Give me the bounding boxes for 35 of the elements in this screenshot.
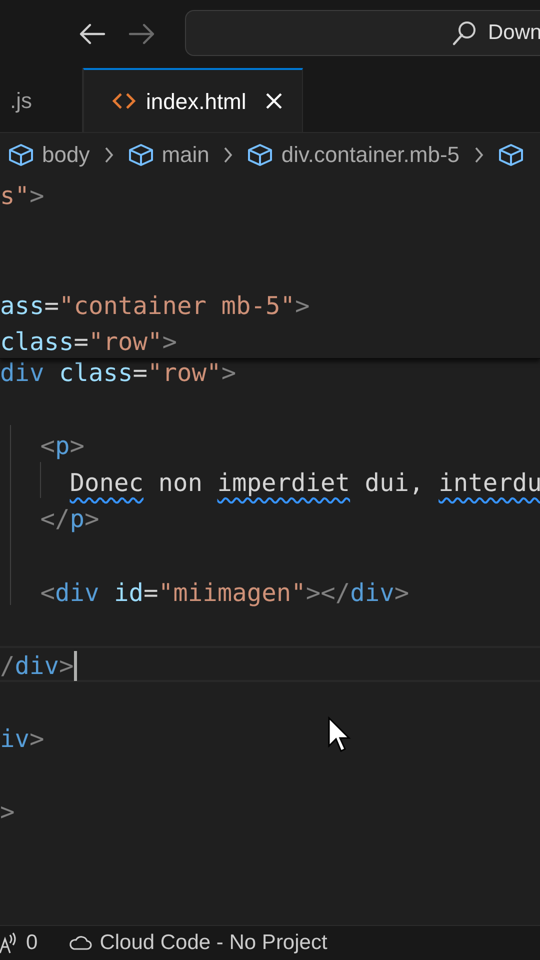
code-line: <p>: [40, 430, 85, 462]
search-icon: [452, 20, 478, 46]
breadcrumb-item[interactable]: main: [162, 138, 210, 171]
code-line: iv>: [0, 722, 44, 755]
mouse-pointer-icon: [327, 716, 351, 754]
code-line: <div id="miimagen"></div>: [40, 576, 410, 609]
close-icon[interactable]: [264, 91, 284, 111]
ports-count[interactable]: 0: [26, 927, 38, 959]
code-line: </p>: [40, 503, 100, 536]
chevron-icon: [474, 146, 484, 164]
cube-icon: [128, 142, 154, 166]
cube-icon: [247, 142, 274, 166]
code-line: Donec non imperdiet dui, interdu: [70, 466, 540, 499]
code-line: /div>: [0, 648, 77, 684]
code-line: s">: [0, 180, 44, 212]
editor-tab[interactable]: index.html: [83, 68, 304, 132]
code-line: ass="container mb-5">: [0, 290, 310, 322]
code-line: div class="row">: [0, 357, 236, 389]
cloud-code-status[interactable]: Cloud Code - No Project: [100, 927, 328, 959]
code-line: class="row">: [0, 326, 178, 358]
chevron-icon: [104, 146, 114, 164]
search-text: Down: [488, 20, 540, 46]
cloud-icon[interactable]: [68, 935, 92, 951]
back-arrow-icon[interactable]: [78, 23, 106, 45]
breadcrumb-item[interactable]: body: [42, 138, 90, 171]
breadcrumb-item[interactable]: div.container.mb-5: [281, 138, 460, 171]
chevron-icon: [223, 146, 234, 164]
code-line: >: [0, 796, 15, 828]
search-field[interactable]: Down: [185, 10, 540, 56]
cube-icon: [498, 142, 524, 166]
text-cursor: [74, 651, 77, 682]
broadcast-icon[interactable]: [0, 931, 18, 955]
forward-arrow-icon[interactable]: [128, 23, 156, 45]
cube-icon: [8, 142, 34, 166]
html-file-icon: [112, 92, 136, 110]
